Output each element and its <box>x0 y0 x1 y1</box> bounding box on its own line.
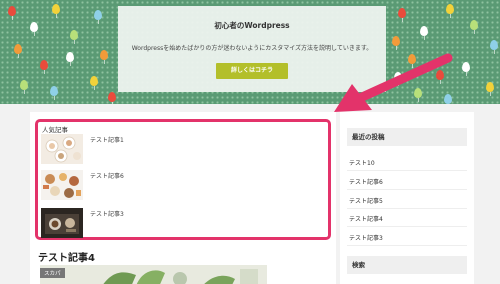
balloon-decoration <box>108 92 116 104</box>
balloon-decoration <box>470 20 478 34</box>
balloon-decoration <box>392 36 400 50</box>
popular-post-title[interactable]: テスト記事6 <box>90 171 124 180</box>
balloon-decoration <box>408 54 416 68</box>
recent-post-link[interactable]: テスト記事4 <box>347 214 467 227</box>
balloon-decoration <box>14 44 22 58</box>
popular-post-title[interactable]: テスト記事1 <box>90 135 124 144</box>
search-heading: 検索 <box>347 256 467 274</box>
balloon-decoration <box>70 30 78 44</box>
article-category-badge[interactable]: スカパ <box>40 268 65 278</box>
hero-description: Wordpressを始めたばかりの方が迷わないようにカスタマイズ方法を説明してい… <box>131 45 373 52</box>
balloon-decoration <box>66 52 74 66</box>
popular-post-item[interactable]: テスト記事1 <box>41 134 321 164</box>
balloon-decoration <box>50 86 58 100</box>
post-thumbnail[interactable] <box>41 170 83 200</box>
balloon-decoration <box>398 8 406 22</box>
recent-post-link[interactable]: テスト記事3 <box>347 233 467 246</box>
article-title[interactable]: テスト記事4 <box>38 249 95 264</box>
popular-post-item[interactable]: テスト記事3 <box>41 208 321 238</box>
popular-posts-heading: 人気記事 <box>42 126 68 134</box>
popular-post-item[interactable]: テスト記事6 <box>41 170 321 200</box>
recent-posts-heading: 最近の投稿 <box>347 128 467 146</box>
balloon-decoration <box>30 22 38 36</box>
balloon-decoration <box>436 70 444 84</box>
recent-post-link[interactable]: テスト10 <box>347 158 467 171</box>
balloon-decoration <box>462 62 470 76</box>
balloon-decoration <box>20 80 28 94</box>
article-thumbnail[interactable] <box>40 265 267 284</box>
balloon-decoration <box>394 72 402 86</box>
popular-post-title[interactable]: テスト記事3 <box>90 209 124 218</box>
recent-post-link[interactable]: テスト記事6 <box>347 177 467 190</box>
post-thumbnail[interactable] <box>41 134 83 164</box>
hero-banner: 初心者のWordpress Wordpressを始めたばかりの方が迷わないように… <box>0 0 500 104</box>
balloon-decoration <box>420 26 428 40</box>
balloon-decoration <box>444 94 452 104</box>
balloon-decoration <box>490 40 498 54</box>
balloon-decoration <box>40 60 48 74</box>
balloon-decoration <box>446 4 454 18</box>
balloon-decoration <box>414 88 422 102</box>
post-thumbnail[interactable] <box>41 208 83 238</box>
hero-more-button[interactable]: 詳しくはコチラ <box>216 63 288 79</box>
balloon-decoration <box>8 6 16 20</box>
hero-card: 初心者のWordpress Wordpressを始めたばかりの方が迷わないように… <box>118 6 386 92</box>
balloon-decoration <box>90 76 98 90</box>
balloon-decoration <box>100 50 108 64</box>
hero-title: 初心者のWordpress <box>214 21 290 30</box>
balloon-decoration <box>52 4 60 18</box>
balloon-decoration <box>486 82 494 96</box>
recent-post-link[interactable]: テスト記事5 <box>347 196 467 209</box>
popular-posts-widget: 人気記事 テスト記事1 テスト記事6 テスト記事3 <box>35 119 331 240</box>
balloon-decoration <box>94 10 102 24</box>
